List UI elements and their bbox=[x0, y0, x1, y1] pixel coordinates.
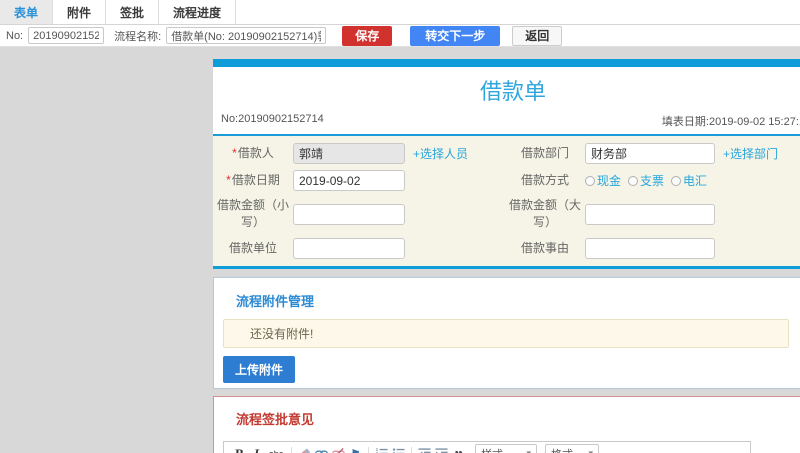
tab-form[interactable]: 表单 bbox=[0, 0, 54, 24]
form-fields: *借款人 +选择人员 借款部门 +选择部门 *借款日期 bbox=[213, 136, 800, 266]
tab-approvals[interactable]: 签批 bbox=[106, 0, 160, 24]
department-label: 借款部门 bbox=[520, 145, 569, 160]
radio-circle-icon[interactable] bbox=[628, 175, 639, 186]
process-name-label: 流程名称: bbox=[114, 30, 162, 43]
link-icon[interactable] bbox=[313, 445, 330, 453]
required-marker: * bbox=[226, 172, 231, 187]
tab-process-progress[interactable]: 流程进度 bbox=[159, 0, 237, 24]
styles-dropdown[interactable]: 样式 ▾ bbox=[475, 443, 537, 453]
blockquote-icon[interactable]: ” bbox=[450, 445, 467, 453]
toolbar-separator bbox=[291, 446, 292, 453]
chevron-down-icon: ▾ bbox=[526, 448, 531, 453]
forward-next-step-button[interactable]: 转交下一步 bbox=[410, 25, 501, 46]
loan-reason-cell bbox=[585, 237, 800, 259]
radio-circle-icon[interactable] bbox=[585, 175, 595, 186]
loan-reason-label: 借款事由 bbox=[520, 240, 569, 255]
tab-bar: 表单 附件 签批 流程进度 bbox=[0, 0, 800, 25]
toolbar-separator bbox=[411, 446, 412, 453]
numbered-list-icon[interactable]: 123 bbox=[373, 445, 390, 453]
italic-icon[interactable]: I bbox=[248, 445, 265, 453]
required-marker: * bbox=[232, 145, 237, 160]
unlink-icon[interactable] bbox=[330, 445, 347, 453]
back-button[interactable]: 返回 bbox=[512, 25, 563, 46]
no-label: No: bbox=[6, 29, 24, 42]
process-name-input[interactable] bbox=[166, 27, 327, 44]
form-date-text: 填表日期:2019-09-02 15:27:1 bbox=[661, 116, 800, 128]
field-row: 借款单位 借款事由 bbox=[213, 235, 800, 262]
field-row: *借款日期 借款方式 现金 支票 bbox=[213, 167, 800, 194]
amount-uppercase-input[interactable] bbox=[585, 203, 715, 225]
amount-uppercase-cell bbox=[585, 203, 800, 225]
field-row: *借款人 +选择人员 借款部门 +选择部门 bbox=[213, 140, 800, 167]
tab-attachments[interactable]: 附件 bbox=[53, 0, 107, 24]
bold-icon[interactable]: B bbox=[231, 445, 248, 453]
loan-method-radio-group: 现金 支票 电汇 bbox=[585, 172, 714, 189]
radio-cash[interactable]: 现金 bbox=[585, 172, 621, 189]
format-dropdown[interactable]: 格式 ▾ bbox=[545, 443, 599, 453]
loan-form-panel: 借款单 No:20190902152714 填表日期:2019-09-02 15… bbox=[213, 59, 800, 269]
radio-wire-transfer[interactable]: 电汇 bbox=[671, 172, 707, 189]
approval-panel-title: 流程签批意见 bbox=[236, 411, 315, 427]
loan-date-label: *借款日期 bbox=[226, 172, 280, 187]
amount-lowercase-cell bbox=[293, 203, 505, 225]
attachment-panel: 流程附件管理 还没有附件! 上传附件 bbox=[213, 276, 800, 389]
amount-uppercase-label: 借款金额（大写） bbox=[508, 198, 581, 230]
form-bottom-accent-bar bbox=[213, 265, 800, 269]
amount-lowercase-label: 借款金额（小写） bbox=[216, 198, 289, 230]
department-cell: +选择部门 bbox=[585, 143, 800, 164]
form-title: 借款单 bbox=[479, 79, 546, 104]
loan-unit-input[interactable] bbox=[293, 237, 405, 259]
borrower-input[interactable] bbox=[293, 143, 405, 164]
field-row: 借款金额（小写） 借款金额（大写） bbox=[213, 194, 800, 235]
radio-cheque[interactable]: 支票 bbox=[628, 172, 664, 189]
form-no-text: No:20190902152714 bbox=[221, 113, 324, 125]
outdent-icon[interactable] bbox=[416, 445, 433, 453]
strikethrough-icon[interactable]: abc bbox=[265, 445, 287, 453]
loan-method-cell: 现金 支票 电汇 bbox=[585, 172, 800, 189]
chevron-down-icon: ▾ bbox=[588, 448, 593, 453]
department-input[interactable] bbox=[585, 143, 715, 164]
loan-unit-label: 借款单位 bbox=[228, 240, 277, 255]
radio-circle-icon[interactable] bbox=[671, 175, 682, 186]
indent-icon[interactable] bbox=[433, 445, 450, 453]
no-input[interactable] bbox=[28, 27, 105, 44]
editor-toolbar: B I abc bbox=[224, 442, 750, 453]
amount-lowercase-input[interactable] bbox=[293, 203, 405, 225]
upload-attachment-button[interactable]: 上传附件 bbox=[223, 355, 296, 383]
loan-date-input[interactable] bbox=[293, 170, 405, 191]
select-department-link[interactable]: +选择部门 bbox=[723, 145, 778, 162]
attachment-panel-title: 流程附件管理 bbox=[236, 293, 315, 309]
loan-reason-input[interactable] bbox=[585, 237, 715, 259]
remove-format-icon[interactable] bbox=[296, 445, 313, 453]
approval-panel: 流程签批意见 B I abc bbox=[213, 395, 800, 453]
loan-unit-cell bbox=[293, 237, 505, 259]
form-info-row: No:20190902152714 填表日期:2019-09-02 15:27:… bbox=[213, 110, 800, 136]
borrower-label: *借款人 bbox=[232, 145, 274, 160]
command-bar: No: 流程名称: 保存 转交下一步 返回 bbox=[0, 25, 800, 47]
borrower-cell: +选择人员 bbox=[293, 143, 505, 164]
form-top-accent-bar bbox=[213, 59, 800, 67]
rich-text-editor: B I abc bbox=[223, 440, 751, 453]
toolbar-separator bbox=[368, 446, 369, 453]
no-attachments-alert: 还没有附件! bbox=[223, 318, 789, 348]
page: 表单 附件 签批 流程进度 No: 流程名称: 保存 转交下一步 返回 借款单 … bbox=[0, 0, 800, 453]
bullet-list-icon[interactable] bbox=[390, 445, 407, 453]
loan-date-cell bbox=[293, 170, 505, 191]
content-wrapper: 借款单 No:20190902152714 填表日期:2019-09-02 15… bbox=[213, 59, 800, 453]
select-person-link[interactable]: +选择人员 bbox=[413, 145, 468, 162]
save-button[interactable]: 保存 bbox=[342, 25, 393, 46]
loan-method-label: 借款方式 bbox=[520, 172, 569, 187]
anchor-flag-icon[interactable]: ⚑ bbox=[347, 445, 364, 453]
